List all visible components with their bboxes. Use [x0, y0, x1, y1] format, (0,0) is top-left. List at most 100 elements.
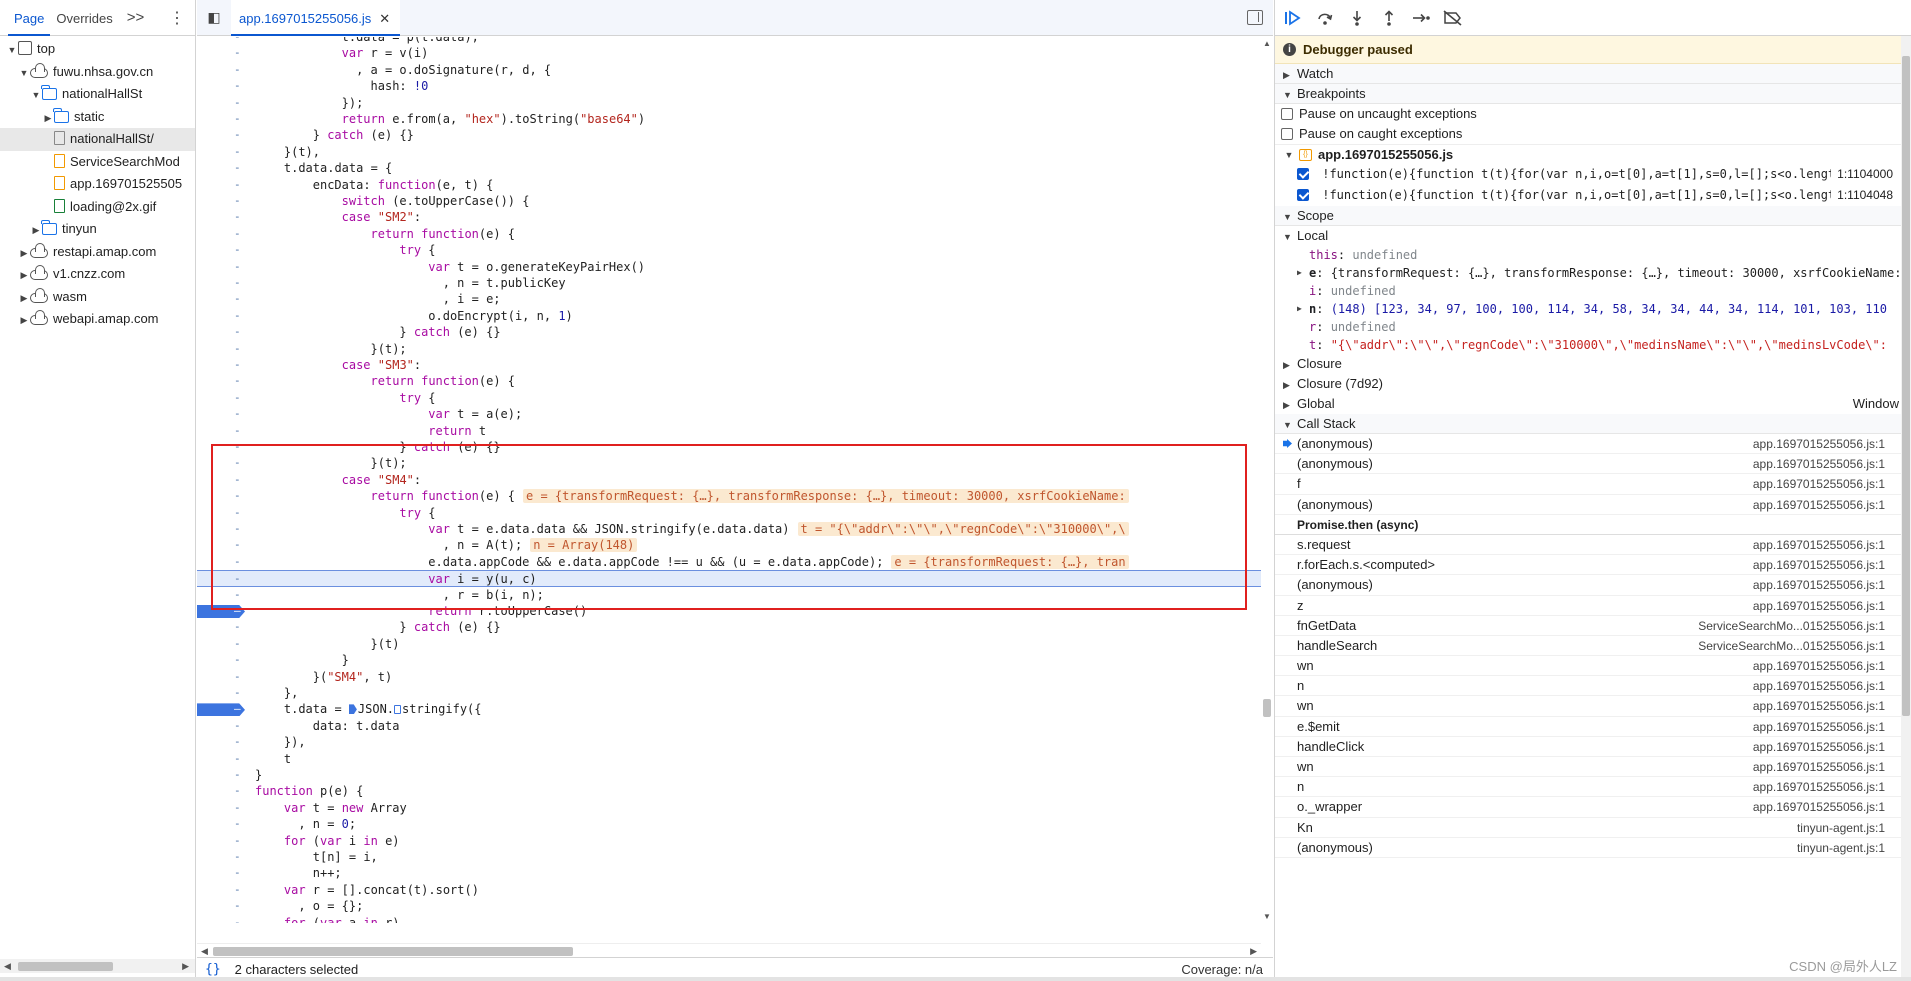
scope-variable[interactable]: t: "{\"addr\":\"\",\"regnCode\":\"310000…	[1275, 336, 1911, 354]
frame-source-link[interactable]: app.1697015255056.js:1	[1753, 555, 1885, 575]
line-gutter[interactable]: -	[197, 472, 245, 488]
line-gutter[interactable]: -	[197, 423, 245, 439]
line-gutter[interactable]: -	[197, 783, 245, 799]
inline-breakpoint-icon[interactable]	[348, 704, 357, 715]
line-gutter[interactable]: -	[197, 62, 245, 78]
scrollbar-thumb[interactable]	[1263, 699, 1271, 717]
line-gutter[interactable]: -	[197, 37, 245, 45]
resume-icon[interactable]	[1283, 8, 1303, 28]
frame-source-link[interactable]: app.1697015255056.js:1	[1753, 797, 1885, 817]
tree-item[interactable]: nationalHallSt/	[0, 128, 195, 151]
tab-page[interactable]: Page	[8, 0, 51, 36]
pause-uncaught-checkbox[interactable]	[1281, 108, 1293, 120]
expand-triangle-icon[interactable]: ▶	[1297, 300, 1302, 318]
line-gutter[interactable]: -	[197, 291, 245, 307]
line-gutter[interactable]: -	[197, 800, 245, 816]
call-frame[interactable]: (anonymous) app.1697015255056.js:1	[1275, 495, 1911, 515]
scroll-up-icon[interactable]: ▲	[1263, 39, 1271, 48]
tree-item[interactable]: ServiceSearchMod	[0, 151, 195, 174]
scope-closure[interactable]: ▶ Closure (7d92)	[1275, 374, 1911, 394]
step-into-icon[interactable]	[1347, 8, 1367, 28]
line-gutter[interactable]: -	[197, 127, 245, 143]
collapse-triangle-icon[interactable]: ▼	[30, 84, 42, 106]
line-gutter[interactable]: -	[197, 587, 245, 603]
line-gutter[interactable]: -	[197, 718, 245, 734]
frame-source-link[interactable]: ServiceSearchMo...015255056.js:1	[1698, 616, 1885, 636]
line-gutter[interactable]: -	[197, 865, 245, 881]
frame-source-link[interactable]: app.1697015255056.js:1	[1753, 474, 1885, 494]
code-area[interactable]: - t.data = p(t.data); - var r = v(i) - , a = …	[197, 37, 1261, 923]
frame-source-link[interactable]: app.1697015255056.js:1	[1753, 454, 1885, 474]
call-frame[interactable]: z app.1697015255056.js:1	[1275, 596, 1911, 616]
breakpoint-marker-icon[interactable]	[197, 605, 245, 618]
line-gutter[interactable]: -	[197, 767, 245, 783]
breakpoint-marker-icon[interactable]	[197, 703, 245, 717]
frame-source-link[interactable]: app.1697015255056.js:1	[1753, 535, 1885, 555]
line-gutter[interactable]: -	[197, 816, 245, 832]
line-gutter[interactable]: -	[197, 193, 245, 209]
frame-source-link[interactable]: app.1697015255056.js:1	[1753, 495, 1885, 515]
tree-item[interactable]: ▶ static	[0, 106, 195, 129]
kebab-menu-icon[interactable]: ⋮	[169, 8, 185, 28]
collapse-triangle-icon[interactable]: ▼	[6, 39, 18, 61]
line-gutter[interactable]: -	[197, 488, 245, 504]
line-gutter[interactable]: -	[197, 833, 245, 849]
call-frame[interactable]: o._wrapper app.1697015255056.js:1	[1275, 797, 1911, 818]
line-gutter[interactable]: -	[197, 505, 245, 521]
tree-item[interactable]: ▼ nationalHallSt	[0, 83, 195, 106]
tree-item[interactable]: ▶ tinyun	[0, 218, 195, 241]
call-frame[interactable]: wn app.1697015255056.js:1	[1275, 656, 1911, 677]
line-gutter[interactable]: -	[197, 324, 245, 340]
editor-vertical-scrollbar[interactable]: ▲ ▼	[1261, 37, 1273, 923]
line-gutter[interactable]: -	[197, 95, 245, 111]
frame-source-link[interactable]: app.1697015255056.js:1	[1753, 596, 1885, 616]
tree-item[interactable]: loading@2x.gif	[0, 196, 195, 219]
frame-source-link[interactable]: ServiceSearchMo...015255056.js:1	[1698, 636, 1885, 656]
line-gutter[interactable]: -	[197, 849, 245, 865]
scroll-left-icon[interactable]: ◀	[201, 944, 208, 958]
step-out-icon[interactable]	[1379, 8, 1399, 28]
line-gutter[interactable]: -	[197, 898, 245, 914]
editor-horizontal-scrollbar[interactable]: ◀ ▶	[197, 943, 1261, 957]
scope-variable[interactable]: ▶ e: {transformRequest: {…}, transformRes…	[1275, 264, 1911, 282]
debugger-vertical-scrollbar[interactable]	[1901, 36, 1911, 981]
breakpoints-section-header[interactable]: ▼ Breakpoints	[1275, 84, 1911, 104]
expand-triangle-icon[interactable]: ▶	[42, 107, 54, 129]
frame-source-link[interactable]: tinyun-agent.js:1	[1797, 818, 1885, 838]
call-frame[interactable]: handleClick app.1697015255056.js:1	[1275, 737, 1911, 757]
call-frame[interactable]: e.$emit app.1697015255056.js:1	[1275, 717, 1911, 737]
frame-source-link[interactable]: app.1697015255056.js:1	[1753, 777, 1885, 797]
tab-overrides[interactable]: Overrides	[50, 0, 118, 36]
line-gutter[interactable]: -	[197, 259, 245, 275]
tree-item[interactable]: ▼ fuwu.nhsa.gov.cn	[0, 61, 195, 84]
scope-local-header[interactable]: ▼ Local	[1275, 226, 1911, 246]
scope-variable[interactable]: ▶ n: (148) [123, 34, 97, 100, 100, 114, 3…	[1275, 300, 1911, 318]
line-gutter[interactable]: -	[197, 242, 245, 258]
scope-variable[interactable]: i: undefined	[1275, 282, 1911, 300]
line-gutter[interactable]: -	[197, 308, 245, 324]
line-gutter[interactable]: -	[197, 619, 245, 635]
call-frame[interactable]: f app.1697015255056.js:1	[1275, 474, 1911, 495]
line-gutter[interactable]: -	[197, 209, 245, 225]
call-frame[interactable]: (anonymous) tinyun-agent.js:1	[1275, 838, 1911, 858]
frame-source-link[interactable]: app.1697015255056.js:1	[1753, 717, 1885, 737]
frame-source-link[interactable]: app.1697015255056.js:1	[1753, 737, 1885, 757]
frame-source-link[interactable]: app.1697015255056.js:1	[1753, 696, 1885, 716]
scroll-down-icon[interactable]: ▼	[1263, 912, 1271, 921]
line-gutter[interactable]: -	[197, 341, 245, 357]
line-gutter[interactable]: -	[197, 669, 245, 685]
scope-closure[interactable]: ▶ Closure	[1275, 354, 1911, 374]
toggle-navigator-icon[interactable]: ◧	[197, 9, 231, 26]
call-frame[interactable]: handleSearch ServiceSearchMo...015255056.…	[1275, 636, 1911, 657]
expand-triangle-icon[interactable]: ▶	[18, 287, 30, 309]
frame-source-link[interactable]: app.1697015255056.js:1	[1753, 575, 1885, 595]
frame-source-link[interactable]: app.1697015255056.js:1	[1753, 656, 1885, 676]
call-stack-section-header[interactable]: ▼ Call Stack	[1275, 414, 1911, 434]
line-gutter[interactable]: -	[197, 571, 245, 587]
toggle-debugger-sidebar-icon[interactable]	[1247, 10, 1263, 25]
line-gutter[interactable]: -	[197, 734, 245, 750]
call-frame[interactable]: n app.1697015255056.js:1	[1275, 676, 1911, 697]
scrollbar-thumb[interactable]	[213, 947, 573, 956]
collapse-triangle-icon[interactable]: ▼	[18, 62, 30, 84]
line-gutter[interactable]: -	[197, 357, 245, 373]
